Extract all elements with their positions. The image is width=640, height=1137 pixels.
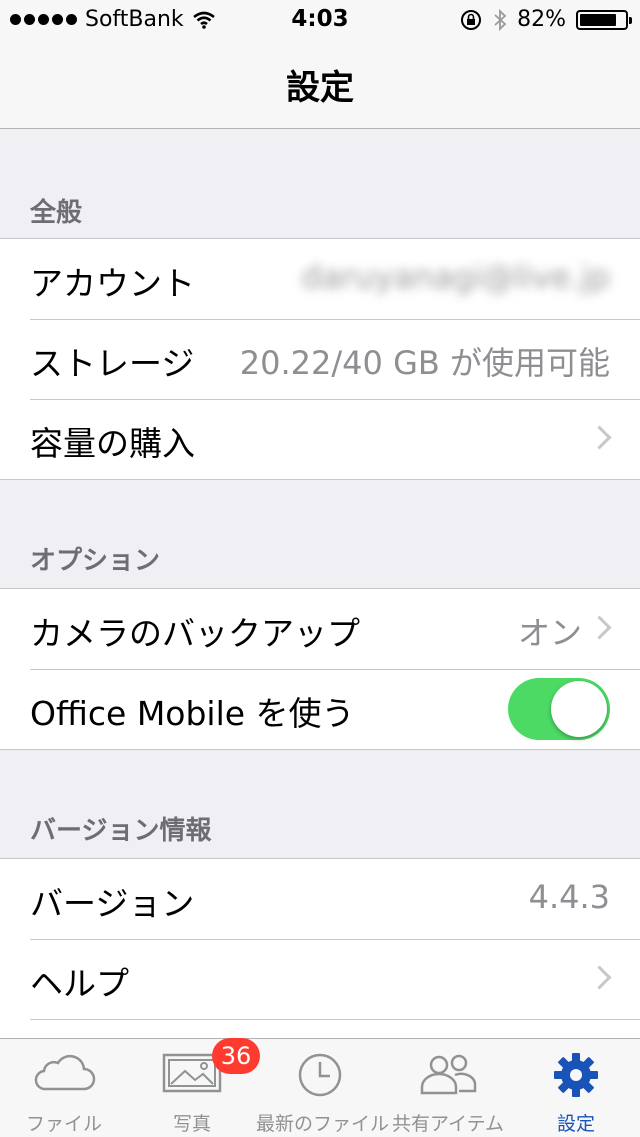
purchase-storage-label: 容量の購入 (30, 424, 195, 463)
cloud-icon (34, 1054, 96, 1091)
battery-percent: 82% (517, 7, 566, 32)
account-label: アカウント (30, 264, 195, 303)
tab-photos-label: 写真 (172, 1113, 211, 1135)
camera-backup-label: カメラのバックアップ (30, 614, 360, 653)
version-value: 4.4.3 (528, 878, 610, 916)
chevron-right-icon (587, 615, 612, 640)
section-header-general: 全般 (30, 198, 83, 228)
gear-icon (554, 1053, 598, 1097)
office-mobile-toggle[interactable] (508, 678, 610, 740)
partial-row (0, 1019, 640, 1039)
office-mobile-row: Office Mobile を使う (0, 669, 640, 749)
section-header-version-info: バージョン情報 (30, 816, 212, 846)
chevron-right-icon (587, 425, 612, 450)
page-title: 設定 (286, 68, 354, 108)
version-info-group: バージョン 4.4.3 ヘルプ (0, 858, 640, 1039)
toggle-knob (551, 681, 607, 737)
section-header-options: オプション (30, 546, 161, 576)
account-row[interactable]: アカウント daruyanagi@live.jp (0, 239, 640, 319)
bluetooth-icon (494, 8, 507, 31)
tab-settings[interactable]: 設定 (512, 1039, 640, 1137)
navigation-bar: 設定 (0, 40, 640, 129)
storage-value: 20.22/40 GB が使用可能 (239, 344, 610, 382)
account-value: daruyanagi@live.jp (301, 258, 610, 296)
status-bar: SoftBank 4:03 82% (0, 0, 640, 40)
tab-bar: ファイル 36 写真 最新のファイル 共有アイテム 設定 (0, 1038, 640, 1137)
purchase-storage-row[interactable]: 容量の購入 (0, 399, 640, 479)
clock-icon (298, 1053, 342, 1097)
status-right: 82% (459, 7, 632, 32)
battery-icon (576, 9, 632, 30)
storage-label: ストレージ (30, 344, 195, 383)
rotation-lock-icon (461, 9, 482, 30)
tab-photos[interactable]: 36 写真 (128, 1038, 260, 1137)
photos-badge: 36 (212, 1038, 260, 1074)
camera-backup-value: オン (517, 614, 582, 652)
tab-settings-label: 設定 (556, 1113, 595, 1135)
office-mobile-label: Office Mobile を使う (30, 694, 355, 733)
chevron-right-icon (587, 965, 612, 990)
general-group: アカウント daruyanagi@live.jp ストレージ 20.22/40 … (0, 238, 640, 480)
tab-shared-items-label: 共有アイテム (391, 1113, 505, 1135)
tab-files-label: ファイル (25, 1113, 102, 1135)
tab-recent-files[interactable]: 最新のファイル (256, 1039, 390, 1137)
camera-backup-row[interactable]: カメラのバックアップ オン (0, 589, 640, 669)
help-row[interactable]: ヘルプ (0, 939, 640, 1019)
version-label: バージョン (30, 884, 195, 923)
help-label: ヘルプ (30, 964, 129, 1003)
storage-row: ストレージ 20.22/40 GB が使用可能 (0, 319, 640, 399)
options-group: カメラのバックアップ オン Office Mobile を使う (0, 588, 640, 750)
people-icon (420, 1054, 477, 1095)
tab-recent-files-label: 最新のファイル (256, 1113, 390, 1135)
version-row: バージョン 4.4.3 (0, 859, 640, 939)
tab-files[interactable]: ファイル (0, 1039, 128, 1137)
tab-shared-items[interactable]: 共有アイテム (384, 1039, 512, 1137)
